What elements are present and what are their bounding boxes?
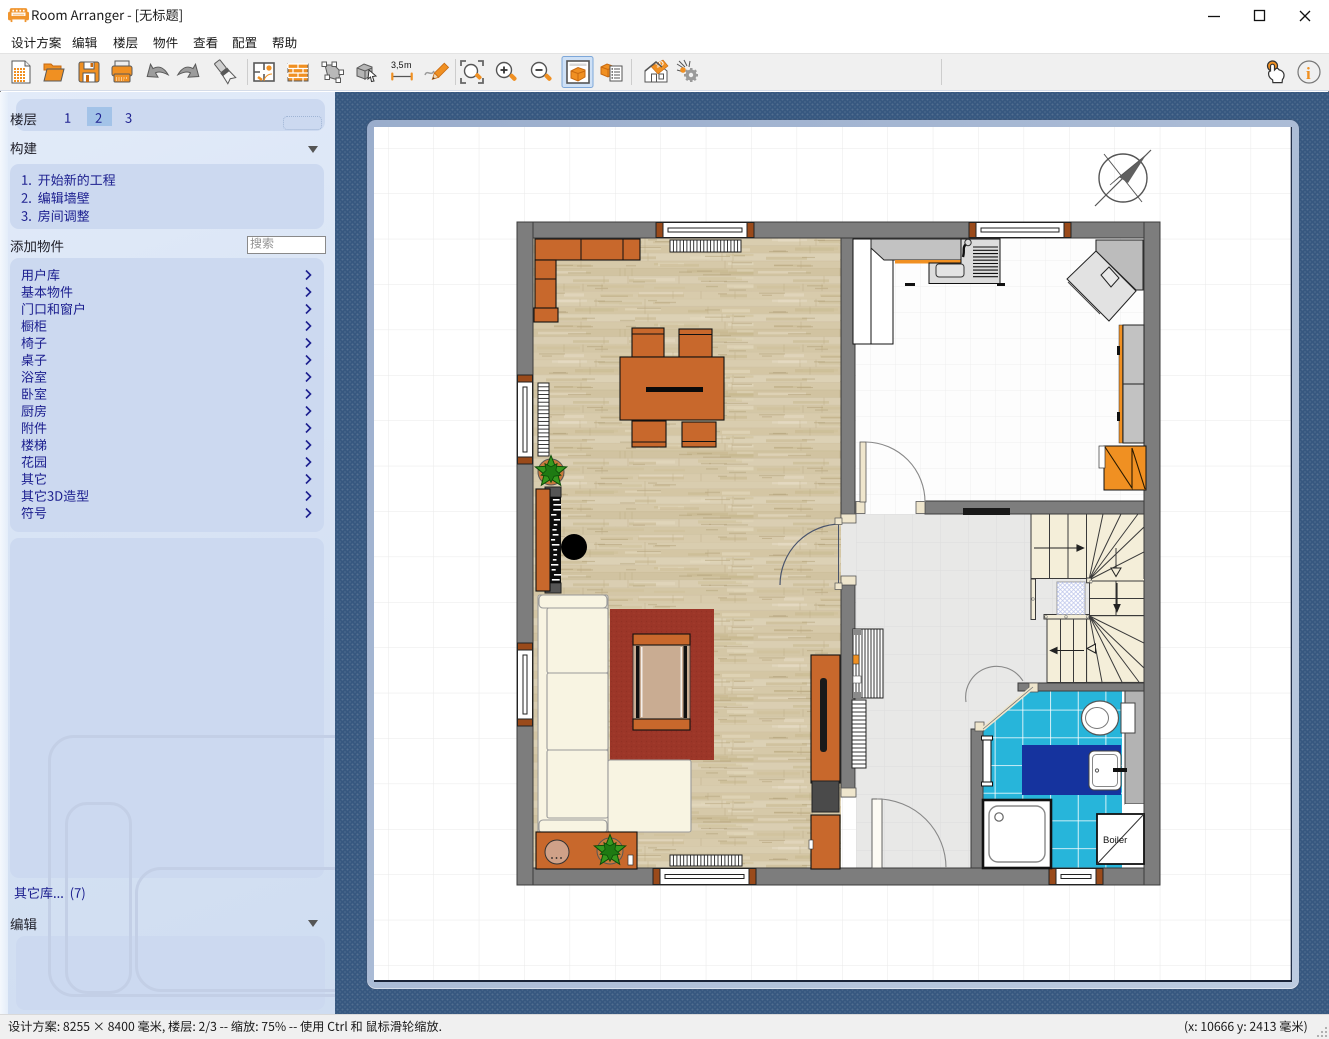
svg-text:i: i bbox=[1306, 64, 1311, 83]
svg-text:3,5: 3,5 bbox=[391, 60, 404, 70]
svg-text:m: m bbox=[404, 60, 412, 70]
svg-text:Boiler: Boiler bbox=[1103, 835, 1127, 846]
